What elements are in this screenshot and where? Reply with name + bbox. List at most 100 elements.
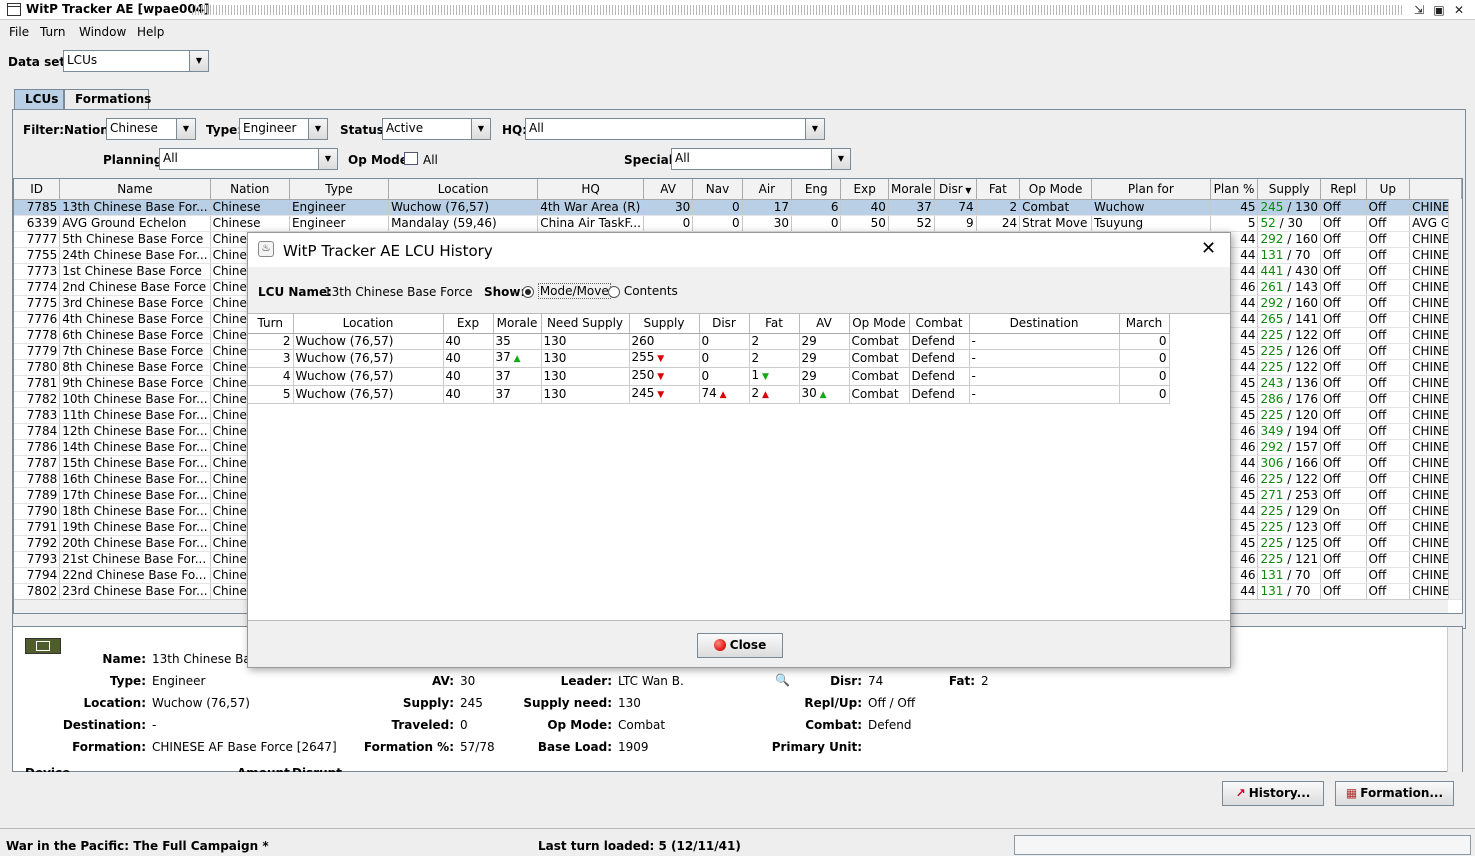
history-cell: 2 <box>749 349 800 368</box>
table-cell: 7792 <box>14 535 61 552</box>
tab-lcus[interactable]: LCUs <box>14 89 64 109</box>
column-header[interactable]: HQ <box>537 179 644 200</box>
column-header[interactable]: Name <box>59 179 211 200</box>
history-row[interactable]: 3 Wuchow (76,57) 40 37 ▲ 130 255 ▼ 0 2 29 Combat D… <box>248 349 1170 368</box>
type-dropdown-icon[interactable]: ▼ <box>308 118 328 140</box>
column-header[interactable]: Fat <box>976 179 1021 200</box>
table-cell: 7774 <box>14 279 61 296</box>
column-header[interactable]: Nav <box>692 179 743 200</box>
history-column-header[interactable]: Morale <box>493 314 542 334</box>
contents-label[interactable]: Contents <box>624 284 678 298</box>
table-row[interactable]: 7785 13th Chinese Base For... Chinese Engin… <box>14 199 1462 216</box>
close-window-icon[interactable]: ✕ <box>1451 2 1467 18</box>
opmode-picker-icon[interactable] <box>404 152 418 165</box>
dataset-select[interactable]: LCUs <box>63 50 190 72</box>
column-header[interactable]: Disr ▼ <box>934 179 977 200</box>
history-row[interactable]: 5 Wuchow (76,57) 40 37 130 245 ▼ 74 ▲ 2 ▲ 30 ▲ Co… <box>248 385 1170 404</box>
nation-select[interactable]: Chinese <box>106 118 177 140</box>
column-header[interactable]: Location <box>388 179 539 200</box>
column-header[interactable]: Supply <box>1257 179 1321 200</box>
column-header[interactable]: Exp <box>840 179 889 200</box>
column-header[interactable]: Air <box>742 179 793 200</box>
vertical-scrollbar[interactable] <box>1448 199 1462 599</box>
hq-select[interactable]: All <box>525 118 806 140</box>
menu-file[interactable]: File <box>9 25 29 39</box>
history-button[interactable]: ↗ History... <box>1222 781 1324 806</box>
history-column-header[interactable]: Turn <box>248 314 294 334</box>
formation-button[interactable]: ▦ Formation... <box>1335 781 1454 806</box>
mode-move-label[interactable]: Mode/Move <box>537 283 611 299</box>
history-column-header[interactable]: Op Mode <box>849 314 910 334</box>
history-column-header[interactable]: Location <box>293 314 444 334</box>
history-row[interactable]: 4 Wuchow (76,57) 40 37 130 250 ▼ 0 1 ▼ 29 Combat D… <box>248 367 1170 386</box>
status-campaign: War in the Pacific: The Full Campaign * <box>6 839 269 853</box>
dataset-dropdown-icon[interactable]: ▼ <box>189 50 209 72</box>
column-header[interactable]: Repl <box>1320 179 1367 200</box>
history-column-header[interactable]: March <box>1119 314 1170 334</box>
mode-move-radio[interactable]: Mode/Move <box>522 283 611 299</box>
column-header[interactable]: Nation <box>210 179 290 200</box>
table-cell: 74 <box>934 199 977 216</box>
special-dropdown-icon[interactable]: ▼ <box>831 148 851 170</box>
opmode-value[interactable]: All <box>423 153 438 167</box>
history-column-header[interactable]: AV <box>799 314 850 334</box>
column-header[interactable]: Op Mode <box>1019 179 1093 200</box>
history-column-header[interactable]: Disr <box>699 314 750 334</box>
dialog-titlebar: ♨ WitP Tracker AE LCU History ✕ <box>248 233 1230 267</box>
detail-scrollbar[interactable] <box>1447 627 1462 772</box>
lcu-history-dialog: ♨ WitP Tracker AE LCU History ✕ LCU Name… <box>247 232 1231 668</box>
history-column-header[interactable]: Supply <box>629 314 700 334</box>
history-cell: 40 <box>443 333 494 350</box>
nation-dropdown-icon[interactable]: ▼ <box>176 118 196 140</box>
history-cell: Defend <box>909 333 970 350</box>
history-column-header[interactable]: Combat <box>909 314 970 334</box>
table-cell: 271 / 253 <box>1257 487 1321 504</box>
iconify-icon[interactable]: ⇲ <box>1411 2 1427 18</box>
maximize-icon[interactable]: ▣ <box>1431 2 1447 18</box>
table-cell: Wuchow (76,57) <box>388 199 539 216</box>
table-cell: Off <box>1366 535 1411 552</box>
planning-select[interactable]: All <box>159 148 319 170</box>
table-row[interactable]: 6339 AVG Ground Echelon Chinese Engineer Man… <box>14 215 1462 232</box>
status-dropdown-icon[interactable]: ▼ <box>471 118 491 140</box>
mode-move-radio-button[interactable] <box>522 285 534 298</box>
column-header[interactable]: Plan for <box>1091 179 1211 200</box>
lcu-name-label: LCU Name: <box>258 285 332 299</box>
menu-help[interactable]: Help <box>137 25 164 39</box>
column-header[interactable]: Morale <box>888 179 935 200</box>
column-header[interactable]: Plan % <box>1210 179 1259 200</box>
dialog-close-icon[interactable]: ✕ <box>1201 238 1216 259</box>
planning-dropdown-icon[interactable]: ▼ <box>318 148 338 170</box>
table-cell: 12th Chinese Base For... <box>59 423 211 440</box>
table-cell: 1st Chinese Base Force <box>59 263 211 280</box>
history-row[interactable]: 2 Wuchow (76,57) 40 35 130 260 0 2 29 Combat Defen… <box>248 333 1170 350</box>
history-column-header[interactable]: Fat <box>749 314 800 334</box>
column-header[interactable]: ID <box>14 179 61 200</box>
opmode-label: Op Mode: <box>348 153 413 167</box>
show-label: Show: <box>484 285 526 299</box>
contents-radio-button[interactable] <box>608 285 620 298</box>
status-select[interactable]: Active <box>382 118 472 140</box>
close-button[interactable]: Close <box>697 633 783 658</box>
hq-dropdown-icon[interactable]: ▼ <box>805 118 825 140</box>
menu-turn[interactable]: Turn <box>40 25 65 39</box>
history-column-header[interactable]: Need Supply <box>541 314 630 334</box>
contents-radio[interactable]: Contents <box>608 284 678 298</box>
column-header[interactable]: Type <box>289 179 390 200</box>
table-cell: 7790 <box>14 503 61 520</box>
tab-formations[interactable]: Formations <box>64 89 151 109</box>
replup-value: Off / Off <box>868 696 916 710</box>
history-column-header[interactable]: Exp <box>443 314 494 334</box>
column-header[interactable]: Eng <box>791 179 842 200</box>
menu-window[interactable]: Window <box>79 25 126 39</box>
formation-value: CHINESE AF Base Force [2647] <box>152 740 337 754</box>
history-column-header[interactable]: Destination <box>969 314 1120 334</box>
column-header[interactable] <box>1409 179 1462 200</box>
column-header[interactable]: Up <box>1366 179 1411 200</box>
history-table-area[interactable]: Turn Location Exp Morale Need Supply Supply Di… <box>248 313 1230 621</box>
table-cell: 225 / 123 <box>1257 519 1321 536</box>
history-cell: 0 <box>1119 333 1170 350</box>
column-header[interactable]: AV <box>643 179 694 200</box>
special-select[interactable]: All <box>671 148 832 170</box>
type-select[interactable]: Engineer <box>239 118 309 140</box>
